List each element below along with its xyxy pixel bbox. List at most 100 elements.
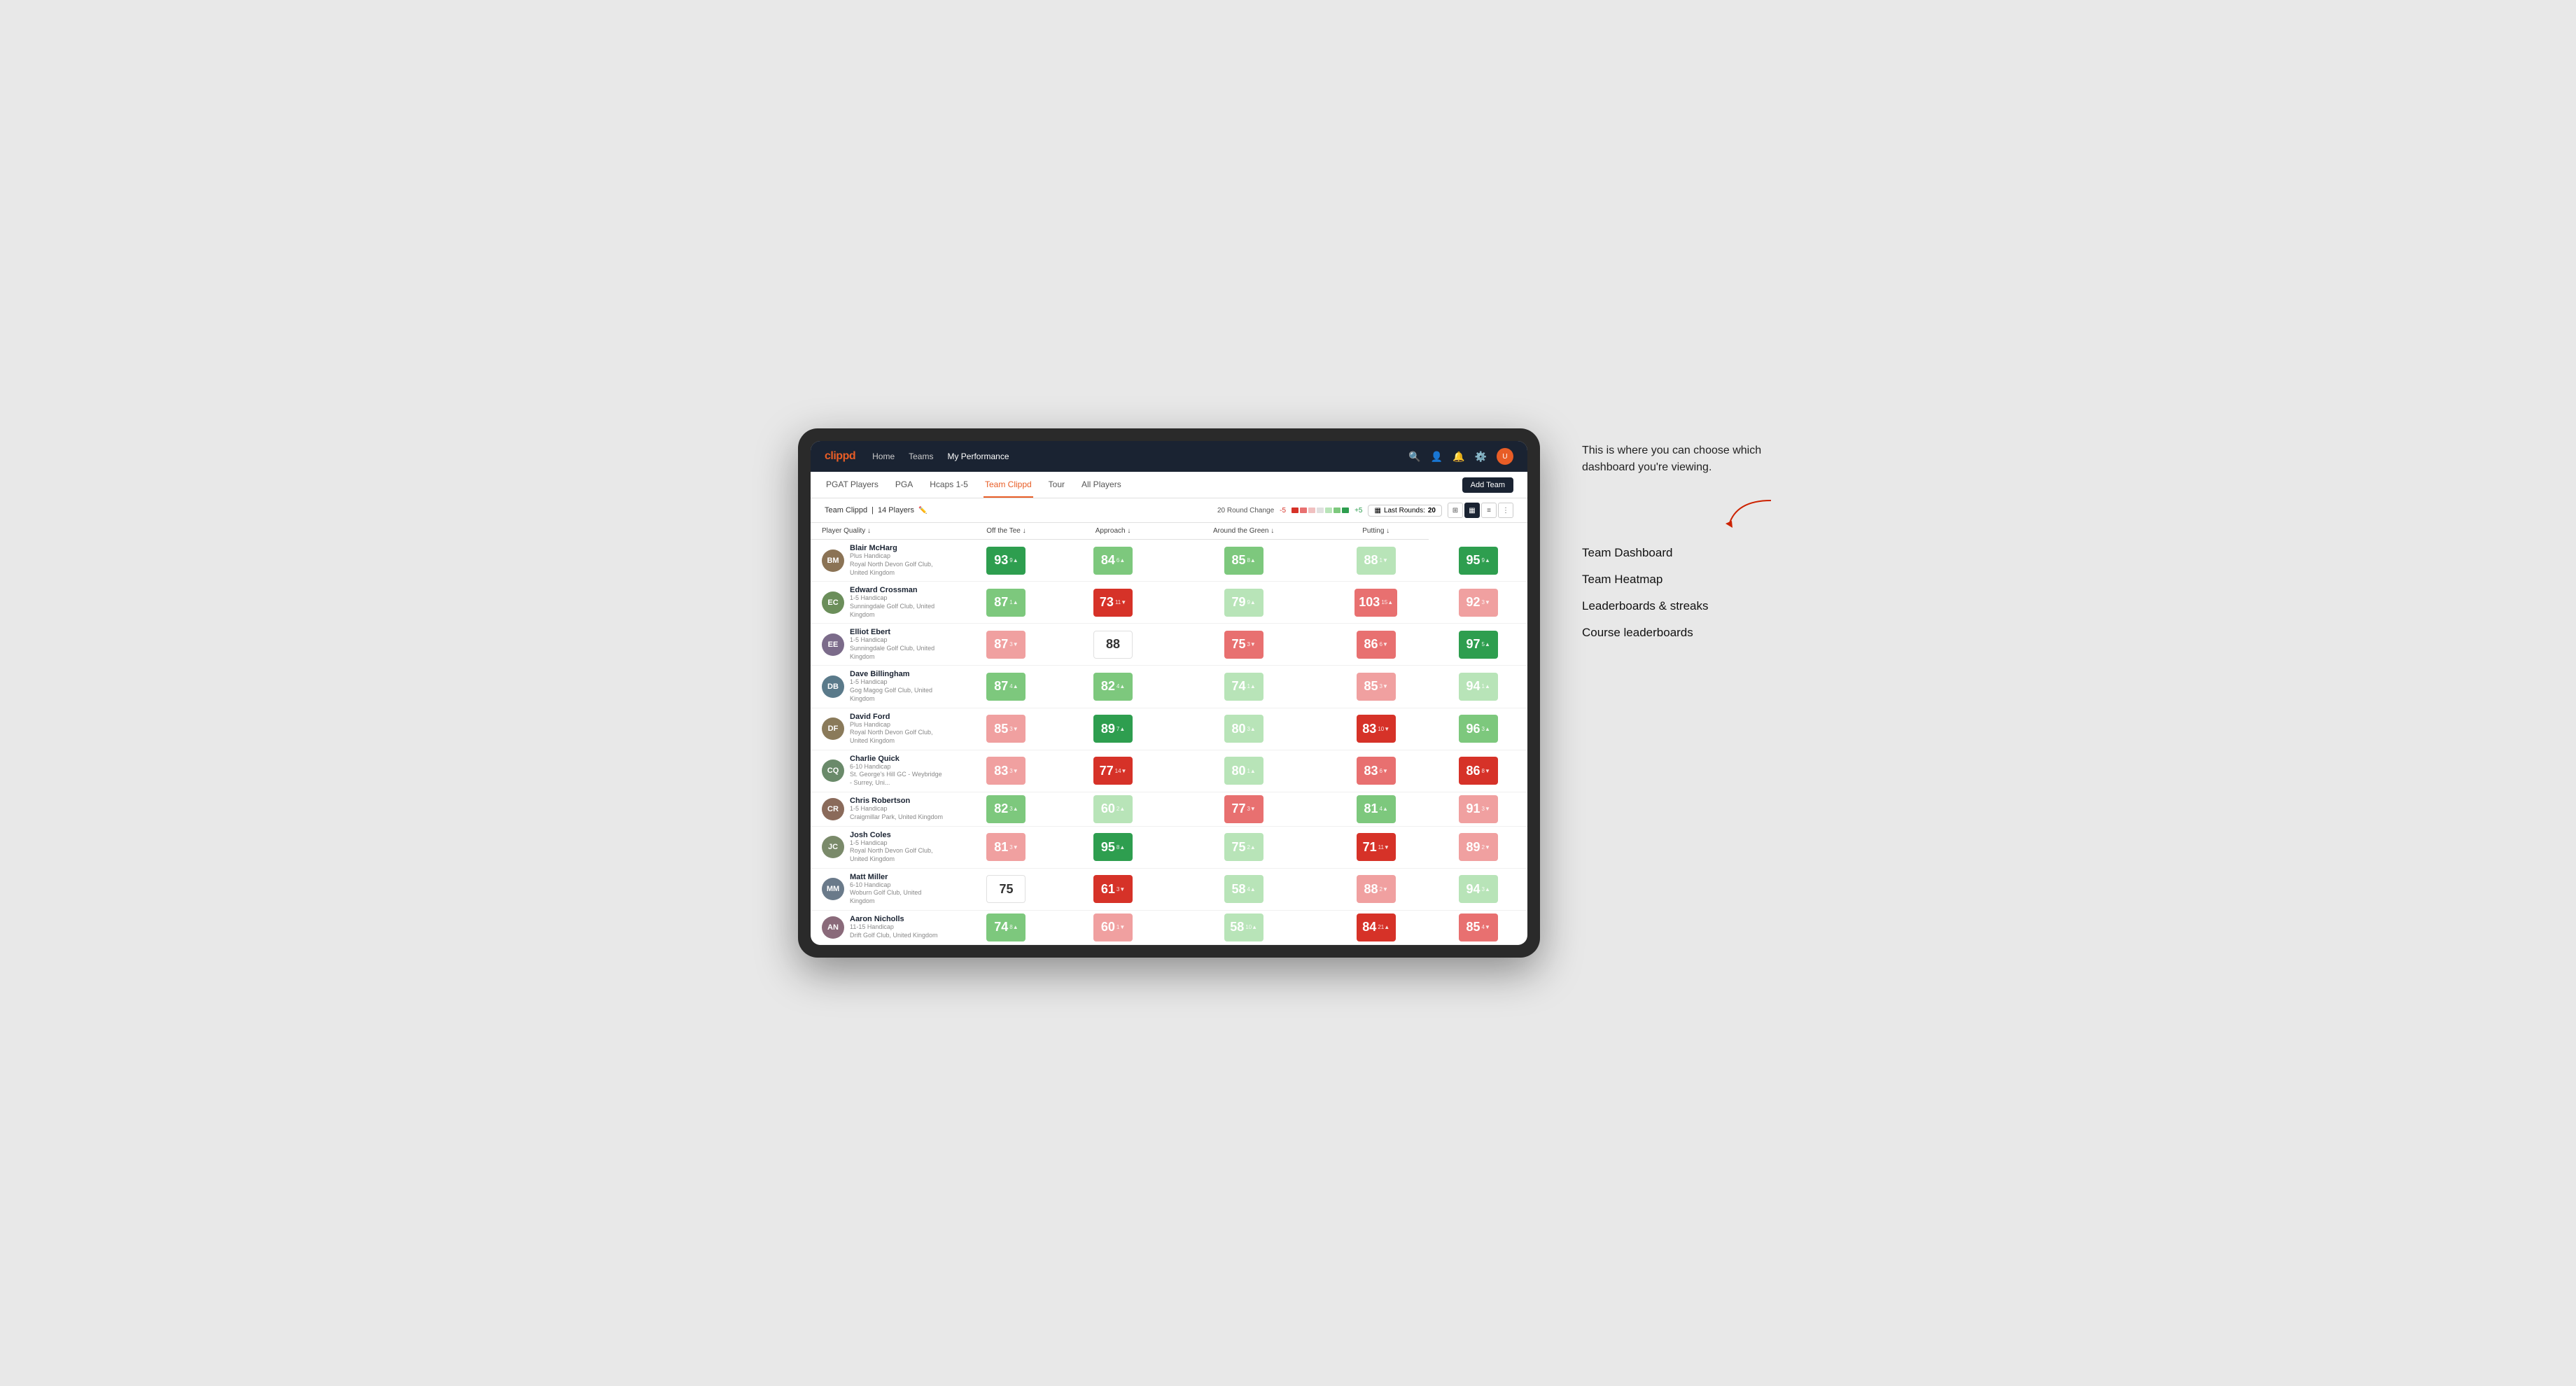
player-cell-9[interactable]: AN Aaron Nicholls 11-15 Handicap Drift G… (811, 910, 951, 944)
player-avatar: BM (822, 550, 844, 572)
score-value: 75 (999, 882, 1013, 897)
score-delta: 4▼ (1482, 924, 1490, 930)
score-box: 83 3▼ (986, 757, 1026, 785)
score-box: 94 3▲ (1459, 875, 1498, 903)
player-name: Matt Miller (850, 873, 945, 881)
edit-icon[interactable]: ✏️ (918, 507, 927, 514)
col-header-approach[interactable]: Approach ↓ (1062, 523, 1164, 540)
dashboard-option[interactable]: Leaderboards & streaks (1582, 599, 1778, 613)
score-box: 61 3▼ (1093, 875, 1133, 903)
score-box: 87 1▲ (986, 589, 1026, 617)
subnav-pga[interactable]: PGA (894, 472, 914, 498)
nav-home[interactable]: Home (872, 451, 895, 461)
score-box: 94 1▲ (1459, 673, 1498, 701)
score-cell-2-1: 88 (1062, 624, 1164, 666)
score-delta: 6▲ (1116, 557, 1125, 564)
col-header-player[interactable]: Player Quality ↓ (811, 523, 951, 540)
score-cell-9-3: 84 21▲ (1323, 910, 1429, 944)
score-cell-3-1: 82 4▲ (1062, 666, 1164, 708)
tablet-frame: clippd Home Teams My Performance 🔍 👤 🔔 ⚙… (798, 428, 1540, 958)
score-cell-9-4: 85 4▼ (1429, 910, 1527, 944)
score-cell-4-4: 96 3▲ (1429, 708, 1527, 750)
search-icon[interactable]: 🔍 (1408, 451, 1420, 463)
bell-icon[interactable]: 🔔 (1452, 451, 1464, 463)
score-cell-9-2: 58 10▲ (1164, 910, 1323, 944)
score-value: 94 (1466, 882, 1480, 897)
annotation-intro: This is where you can choose which dashb… (1582, 442, 1778, 476)
annotation-panel: This is where you can choose which dashb… (1582, 428, 1778, 640)
score-delta: 3▼ (1247, 641, 1255, 648)
player-cell-1[interactable]: EC Edward Crossman 1-5 Handicap Sunningd… (811, 582, 951, 624)
player-cell-4[interactable]: DF David Ford Plus Handicap Royal North … (811, 708, 951, 750)
score-value: 73 (1100, 595, 1114, 610)
dashboard-option[interactable]: Team Dashboard (1582, 546, 1778, 560)
subnav-pgat[interactable]: PGAT Players (825, 472, 880, 498)
page-wrapper: clippd Home Teams My Performance 🔍 👤 🔔 ⚙… (798, 428, 1778, 958)
score-value: 74 (994, 920, 1008, 934)
score-delta: 1▲ (1482, 683, 1490, 690)
score-box: 81 3▼ (986, 833, 1026, 861)
player-cell-3[interactable]: DB Dave Billingham 1-5 Handicap Gog Mago… (811, 666, 951, 708)
view-grid-button[interactable]: ⊞ (1448, 503, 1463, 518)
score-delta: 3▼ (1009, 726, 1018, 732)
player-avatar: JC (822, 836, 844, 858)
view-more-button[interactable]: ⋮ (1498, 503, 1513, 518)
score-value: 61 (1101, 882, 1115, 897)
score-box: 73 11▼ (1093, 589, 1133, 617)
player-cell-7[interactable]: JC Josh Coles 1-5 Handicap Royal North D… (811, 826, 951, 868)
player-name: Aaron Nicholls (850, 915, 938, 923)
score-cell-1-1: 73 11▼ (1062, 582, 1164, 624)
subnav-hcaps[interactable]: Hcaps 1-5 (928, 472, 969, 498)
person-icon[interactable]: 👤 (1431, 451, 1443, 463)
score-cell-7-3: 71 11▼ (1323, 826, 1429, 868)
add-team-button[interactable]: Add Team (1462, 477, 1513, 493)
player-cell-0[interactable]: BM Blair McHarg Plus Handicap Royal Nort… (811, 540, 951, 582)
score-value: 85 (1364, 679, 1378, 694)
player-avatar: EC (822, 592, 844, 614)
subnav-team[interactable]: Team Clippd (983, 472, 1033, 498)
table-row: DF David Ford Plus Handicap Royal North … (811, 708, 1527, 750)
table-body: BM Blair McHarg Plus Handicap Royal Nort… (811, 540, 1527, 945)
col-header-putting[interactable]: Putting ↓ (1323, 523, 1429, 540)
last-rounds-value: 20 (1428, 507, 1436, 514)
score-cell-3-2: 74 1▲ (1164, 666, 1323, 708)
last-rounds-button[interactable]: ▦ Last Rounds: 20 (1368, 505, 1442, 517)
table-row: EC Edward Crossman 1-5 Handicap Sunningd… (811, 582, 1527, 624)
score-cell-9-1: 60 1▼ (1062, 910, 1164, 944)
subnav-tour[interactable]: Tour (1047, 472, 1066, 498)
player-cell-2[interactable]: EE Elliot Ebert 1-5 Handicap Sunningdale… (811, 624, 951, 666)
col-header-around-green[interactable]: Around the Green ↓ (1164, 523, 1323, 540)
player-handicap: 6-10 Handicap (850, 763, 945, 771)
score-cell-0-3: 88 1▼ (1323, 540, 1429, 582)
score-delta: 3▼ (1009, 768, 1018, 774)
subnav-all[interactable]: All Players (1080, 472, 1123, 498)
player-cell-6[interactable]: CR Chris Robertson 1-5 Handicap Craigmil… (811, 792, 951, 826)
nav-performance[interactable]: My Performance (947, 451, 1009, 461)
player-cell-5[interactable]: CQ Charlie Quick 6-10 Handicap St. Georg… (811, 750, 951, 792)
score-value: 97 (1466, 637, 1480, 652)
score-delta: 3▼ (1116, 886, 1125, 892)
score-box: 74 8▲ (986, 913, 1026, 941)
view-list-button[interactable]: ≡ (1481, 503, 1497, 518)
settings-icon[interactable]: ⚙️ (1475, 451, 1487, 463)
player-avatar: CQ (822, 760, 844, 782)
col-header-off-tee[interactable]: Off the Tee ↓ (951, 523, 1062, 540)
score-delta: 8▼ (1482, 768, 1490, 774)
score-box: 71 11▼ (1357, 833, 1396, 861)
tablet-screen: clippd Home Teams My Performance 🔍 👤 🔔 ⚙… (811, 441, 1527, 945)
view-heatmap-button[interactable]: ▦ (1464, 503, 1480, 518)
dashboard-option[interactable]: Course leaderboards (1582, 626, 1778, 640)
bar-green-pale (1325, 507, 1332, 513)
score-value: 93 (994, 553, 1008, 568)
nav-teams[interactable]: Teams (909, 451, 933, 461)
dashboard-option[interactable]: Team Heatmap (1582, 573, 1778, 587)
score-box: 84 6▲ (1093, 547, 1133, 575)
player-handicap: 11-15 Handicap (850, 923, 938, 932)
score-cell-2-0: 87 3▼ (951, 624, 1062, 666)
avatar[interactable]: U (1497, 448, 1513, 465)
team-header: Team Clippd | 14 Players ✏️ 20 Round Cha… (811, 498, 1527, 523)
score-delta: 2▼ (1380, 886, 1388, 892)
score-delta: 2▲ (1116, 806, 1125, 812)
player-handicap: 1-5 Handicap (850, 636, 945, 645)
player-cell-8[interactable]: MM Matt Miller 6-10 Handicap Woburn Golf… (811, 868, 951, 910)
